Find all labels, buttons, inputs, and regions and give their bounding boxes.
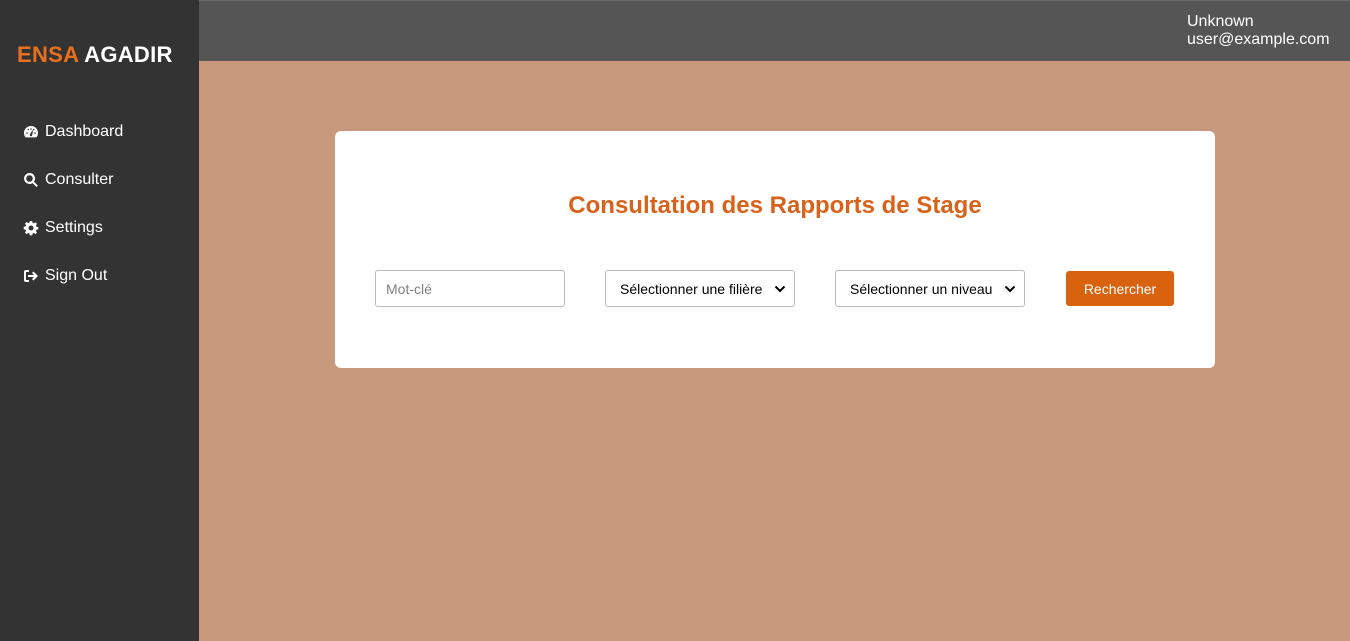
user-name: Unknown bbox=[1187, 13, 1254, 30]
sidebar: ENSA AGADIR Dashboard Consulter Settings… bbox=[0, 0, 199, 641]
sidebar-item-label: Settings bbox=[45, 219, 103, 236]
search-button[interactable]: Rechercher bbox=[1066, 271, 1174, 306]
top-bar: Unknown user@example.com bbox=[199, 0, 1350, 61]
sidebar-item-sign-out[interactable]: Sign Out bbox=[23, 264, 107, 288]
filiere-select[interactable]: Sélectionner une filière bbox=[605, 270, 795, 307]
sign-out-icon bbox=[24, 270, 38, 282]
sidebar-item-consulter[interactable]: Consulter bbox=[23, 168, 113, 192]
niveau-select[interactable]: Sélectionner un niveau bbox=[835, 270, 1025, 307]
chevron-down-icon bbox=[774, 285, 786, 292]
sidebar-item-label: Consulter bbox=[45, 171, 114, 188]
niveau-select-value: Sélectionner un niveau bbox=[850, 280, 993, 297]
brand-logo[interactable]: ENSA AGADIR bbox=[17, 42, 173, 68]
gear-icon bbox=[23, 221, 39, 236]
brand-logo-accent: ENSA bbox=[17, 42, 79, 67]
chevron-down-icon bbox=[1004, 285, 1016, 292]
search-card: Consultation des Rapports de Stage Sélec… bbox=[335, 131, 1215, 368]
brand-logo-rest: AGADIR bbox=[84, 42, 173, 67]
search-icon bbox=[24, 172, 38, 187]
page-title: Consultation des Rapports de Stage bbox=[568, 192, 982, 219]
keyword-input[interactable] bbox=[375, 270, 565, 307]
user-email: user@example.com bbox=[1187, 31, 1330, 48]
filiere-select-value: Sélectionner une filière bbox=[620, 280, 763, 297]
user-info: Unknown user@example.com bbox=[1187, 13, 1330, 49]
sidebar-item-label: Sign Out bbox=[45, 267, 108, 284]
dashboard-gauge-icon bbox=[24, 126, 38, 138]
sidebar-item-label: Dashboard bbox=[45, 123, 124, 140]
sidebar-item-settings[interactable]: Settings bbox=[23, 216, 103, 240]
sidebar-item-dashboard[interactable]: Dashboard bbox=[23, 120, 123, 144]
